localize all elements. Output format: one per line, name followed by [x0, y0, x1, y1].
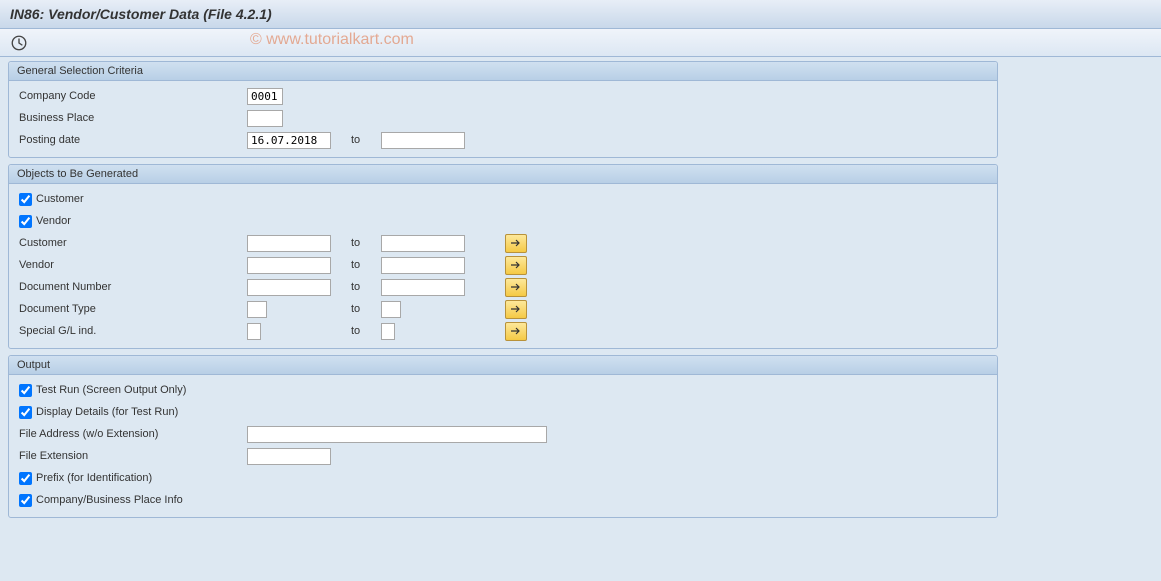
watermark: © www.tutorialkart.com: [250, 31, 414, 49]
document-type-from-input[interactable]: [247, 301, 267, 318]
document-number-from-input[interactable]: [247, 279, 331, 296]
vendor-multi-select-button[interactable]: [505, 256, 527, 275]
test-run-checkbox[interactable]: [19, 384, 32, 397]
title-bar: IN86: Vendor/Customer Data (File 4.2.1): [0, 0, 1161, 29]
customer-label: Customer: [17, 237, 247, 249]
customer-multi-select-button[interactable]: [505, 234, 527, 253]
document-type-label: Document Type: [17, 303, 247, 315]
display-details-label: Display Details (for Test Run): [36, 406, 178, 418]
business-place-label: Business Place: [17, 112, 247, 124]
prefix-label: Prefix (for Identification): [36, 472, 152, 484]
special-gl-from-input[interactable]: [247, 323, 261, 340]
vendor-to-input[interactable]: [381, 257, 465, 274]
group-general-selection: General Selection Criteria Company Code …: [8, 61, 998, 158]
doctype-to-label: to: [331, 303, 381, 315]
toolbar: © www.tutorialkart.com: [0, 29, 1161, 57]
posting-date-to-input[interactable]: [381, 132, 465, 149]
customer-checkbox[interactable]: [19, 193, 32, 206]
test-run-label: Test Run (Screen Output Only): [36, 384, 186, 396]
document-type-multi-select-button[interactable]: [505, 300, 527, 319]
prefix-checkbox[interactable]: [19, 472, 32, 485]
customer-to-input[interactable]: [381, 235, 465, 252]
specialgl-to-label: to: [331, 325, 381, 337]
special-gl-label: Special G/L ind.: [17, 325, 247, 337]
posting-date-to-label: to: [331, 134, 381, 146]
file-address-input[interactable]: [247, 426, 547, 443]
special-gl-to-input[interactable]: [381, 323, 395, 340]
company-info-checkbox[interactable]: [19, 494, 32, 507]
document-type-to-input[interactable]: [381, 301, 401, 318]
execute-icon[interactable]: [10, 34, 28, 52]
company-info-label: Company/Business Place Info: [36, 494, 183, 506]
document-number-to-input[interactable]: [381, 279, 465, 296]
display-details-checkbox[interactable]: [19, 406, 32, 419]
document-number-label: Document Number: [17, 281, 247, 293]
customer-from-input[interactable]: [247, 235, 331, 252]
page-title: IN86: Vendor/Customer Data (File 4.2.1): [10, 6, 1151, 22]
vendor-from-input[interactable]: [247, 257, 331, 274]
group-header-objects: Objects to Be Generated: [9, 165, 997, 184]
posting-date-from-input[interactable]: [247, 132, 331, 149]
group-objects: Objects to Be Generated Customer Vendor …: [8, 164, 998, 349]
company-code-input[interactable]: [247, 88, 283, 105]
file-extension-label: File Extension: [17, 450, 247, 462]
file-extension-input[interactable]: [247, 448, 331, 465]
special-gl-multi-select-button[interactable]: [505, 322, 527, 341]
posting-date-label: Posting date: [17, 134, 247, 146]
business-place-input[interactable]: [247, 110, 283, 127]
vendor-to-label: to: [331, 259, 381, 271]
vendor-checkbox-label: Vendor: [36, 215, 71, 227]
content-area: General Selection Criteria Company Code …: [0, 57, 1161, 528]
document-number-multi-select-button[interactable]: [505, 278, 527, 297]
vendor-checkbox[interactable]: [19, 215, 32, 228]
vendor-label: Vendor: [17, 259, 247, 271]
customer-to-label: to: [331, 237, 381, 249]
docnum-to-label: to: [331, 281, 381, 293]
company-code-label: Company Code: [17, 90, 247, 102]
group-output: Output Test Run (Screen Output Only) Dis…: [8, 355, 998, 518]
file-address-label: File Address (w/o Extension): [17, 428, 247, 440]
customer-checkbox-label: Customer: [36, 193, 84, 205]
group-header-general: General Selection Criteria: [9, 62, 997, 81]
group-header-output: Output: [9, 356, 997, 375]
